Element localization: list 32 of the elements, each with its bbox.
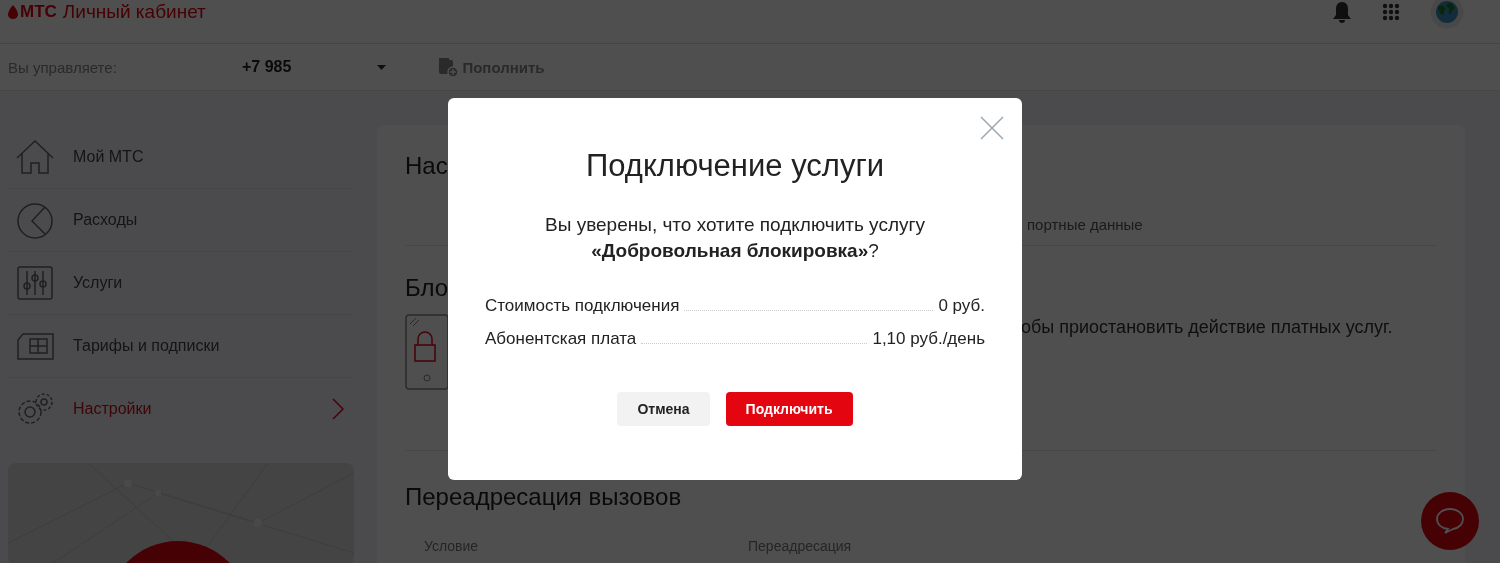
caret-icon (377, 64, 387, 70)
price-label: Абонентская плата (485, 329, 637, 349)
section-heading: Нас (405, 152, 448, 180)
sidebar-item[interactable]: Услуги (8, 252, 354, 315)
price-value: 1,10 руб./день (872, 329, 985, 349)
chat-bubble-icon (1435, 507, 1465, 535)
chevron-right-icon (332, 398, 344, 420)
sliders-icon (15, 264, 55, 302)
close-icon (980, 116, 1004, 140)
sidebar-item[interactable]: Мой МТС (8, 126, 354, 189)
cancel-button[interactable]: Отмена (617, 392, 710, 426)
section-heading: Бло (405, 274, 449, 302)
apps-grid-icon (1382, 2, 1400, 21)
app-title: Личный кабинет (62, 0, 206, 23)
pie-chart-icon (15, 201, 55, 239)
logo: МТС (20, 1, 57, 22)
dialog-title: Подключение услуги (584, 148, 885, 184)
sidebar-item[interactable]: Тарифы и подписки (8, 315, 354, 378)
phone-lock-icon (405, 314, 449, 390)
price-value: 0 руб. (938, 296, 985, 316)
connect-button[interactable]: Подключить (725, 392, 853, 426)
notification-bell-icon (1332, 0, 1352, 23)
description-text: обы приостановить действие платных услуг. (1021, 317, 1393, 338)
phone-number-dropdown[interactable]: +7 985 (242, 58, 387, 76)
house-icon (15, 138, 55, 176)
sidebar-item[interactable]: Настройки (8, 378, 354, 440)
dialog-question: Вы уверены, что хотите подключить услугу «Добровольная блокировка»? (544, 213, 926, 263)
sidebar-item[interactable]: Расходы (8, 189, 354, 252)
egg-icon (8, 4, 18, 19)
section-heading: Переадресация вызовов (405, 483, 682, 511)
price-label: Стоимость подключения (485, 296, 680, 316)
wallet-plus-icon (438, 57, 459, 77)
